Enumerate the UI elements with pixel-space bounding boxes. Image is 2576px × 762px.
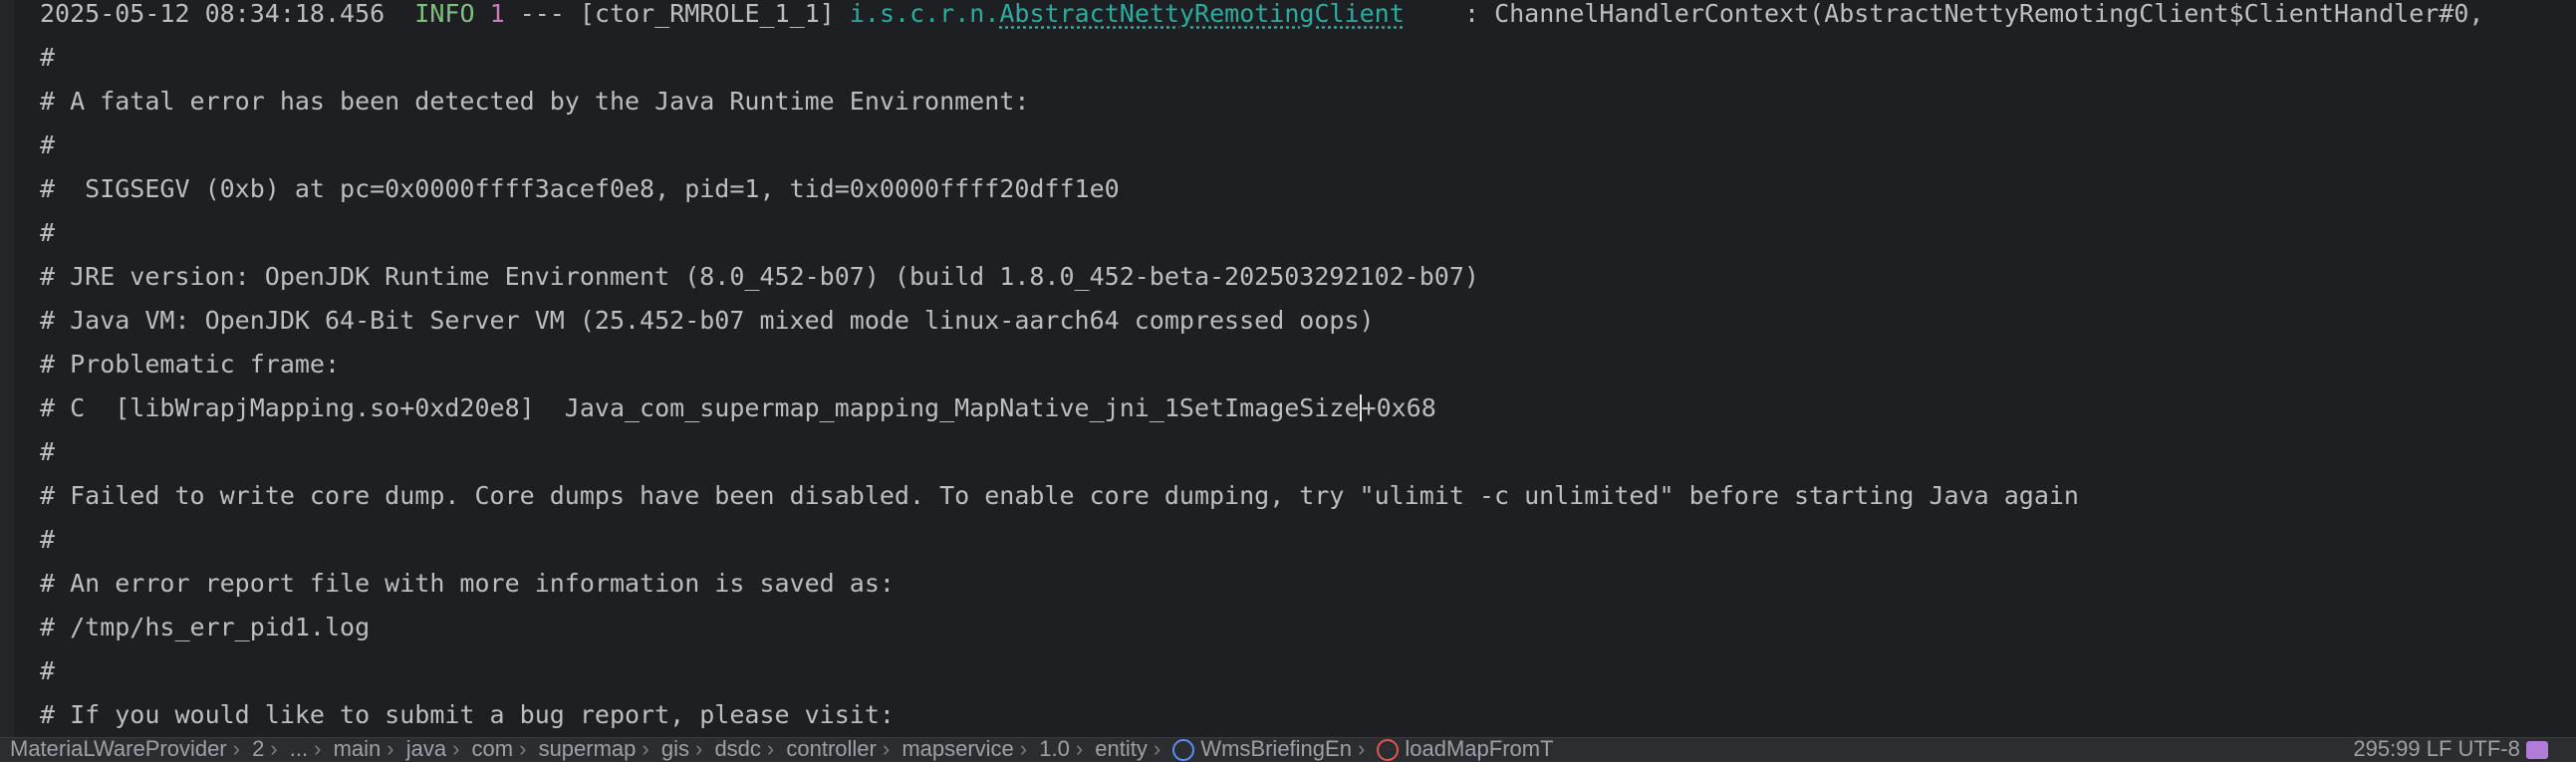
log-message: : ChannelHandlerContext(AbstractNettyRem… xyxy=(1404,0,2484,28)
log-separator: --- xyxy=(519,0,565,28)
log-logger-class-link[interactable]: AbstractNettyRemotingClient xyxy=(999,0,1404,28)
breadcrumb-item[interactable]: mapservice xyxy=(902,738,1013,761)
log-line: # xyxy=(40,438,56,466)
log-line: # Failed to write core dump. Core dumps … xyxy=(40,482,2079,510)
chevron-right-icon: › xyxy=(1075,737,1084,761)
log-line: # /tmp/hs_err_pid1.log xyxy=(40,614,371,641)
chevron-right-icon: › xyxy=(232,737,240,761)
log-lines: 2025-05-12 08:34:18.456 INFO 1 --- [ctor… xyxy=(40,0,2576,737)
breadcrumb-item[interactable]: 2 xyxy=(252,738,264,761)
breadcrumb-item[interactable]: java xyxy=(406,738,446,761)
log-line: # Java VM: OpenJDK 64-Bit Server VM (25.… xyxy=(40,307,1375,335)
status-bar: MateriaLWareProvider › 2 › ... › main › java… xyxy=(0,737,2576,762)
breadcrumb-item[interactable]: ... xyxy=(290,738,308,761)
log-timestamp: 2025-05-12 08:34:18.456 xyxy=(40,0,386,28)
log-line: # xyxy=(40,657,56,685)
chevron-right-icon: › xyxy=(519,737,527,761)
breadcrumb-item[interactable]: main xyxy=(334,738,382,761)
log-logger-package: i.s.c.r.n. xyxy=(849,0,1000,28)
breadcrumb-item[interactable]: entity xyxy=(1095,738,1148,761)
log-line: # xyxy=(40,219,56,247)
chevron-right-icon: › xyxy=(1019,737,1028,761)
chevron-right-icon: › xyxy=(766,737,775,761)
breadcrumb-item[interactable]: gis xyxy=(661,738,689,761)
log-header-line: 2025-05-12 08:34:18.456 INFO 1 --- [ctor… xyxy=(40,0,2576,44)
log-line: # Problematic frame: xyxy=(40,351,341,379)
breadcrumb-item[interactable]: controller xyxy=(786,738,876,761)
chevron-right-icon: › xyxy=(882,737,891,761)
chevron-right-icon: › xyxy=(642,737,649,761)
caret-line-after: +0x68 xyxy=(1361,394,1436,422)
log-line-with-caret: # C [libWrapjMapping.so+0xd20e8] Java_co… xyxy=(40,394,2576,438)
status-right: 295:99 LF UTF-8 xyxy=(2353,738,2566,762)
chevron-right-icon: › xyxy=(694,737,703,761)
breadcrumb-item[interactable]: com xyxy=(472,738,514,761)
chevron-right-icon: › xyxy=(1357,737,1366,761)
breadcrumb-method[interactable]: loadMapFromT xyxy=(1405,738,1553,761)
log-line: # xyxy=(40,131,56,159)
caret-position-encoding[interactable]: 295:99 LF UTF-8 xyxy=(2353,738,2520,761)
class-icon xyxy=(1172,739,1195,762)
breadcrumb-item[interactable]: 1.0 xyxy=(1039,738,1070,761)
log-line: # An error report file with more informa… xyxy=(40,570,895,598)
breadcrumb-item[interactable]: MateriaLWareProvider xyxy=(10,738,227,761)
chevron-right-icon: › xyxy=(314,737,322,761)
log-line: # A fatal error has been detected by the… xyxy=(40,88,1030,116)
log-line: # If you would like to submit a bug repo… xyxy=(40,701,895,729)
chevron-right-icon: › xyxy=(1153,737,1161,761)
caret-line-before: # C [libWrapjMapping.so+0xd20e8] Java_co… xyxy=(40,394,1360,422)
method-icon xyxy=(1377,739,1400,762)
breadcrumb-item[interactable]: supermap xyxy=(539,738,637,761)
plugin-icon[interactable] xyxy=(2526,741,2548,760)
log-line: # xyxy=(40,526,56,554)
log-line: # JRE version: OpenJDK Runtime Environme… xyxy=(40,263,1479,291)
console-output[interactable]: 2025-05-12 08:34:18.456 INFO 1 --- [ctor… xyxy=(0,0,2576,737)
log-level: INFO xyxy=(414,0,475,28)
chevron-right-icon: › xyxy=(386,737,394,761)
chevron-right-icon: › xyxy=(452,737,460,761)
log-pid: 1 xyxy=(489,0,505,28)
log-line: # SIGSEGV (0xb) at pc=0x0000ffff3acef0e8… xyxy=(40,175,1120,203)
chevron-right-icon: › xyxy=(270,737,278,761)
console-gutter xyxy=(0,0,14,737)
breadcrumb: MateriaLWareProvider › 2 › ... › main › java… xyxy=(10,737,1560,762)
breadcrumb-class[interactable]: WmsBriefingEn xyxy=(1200,738,1352,761)
log-thread: [ctor_RMROLE_1_1] xyxy=(579,0,835,28)
breadcrumb-item[interactable]: dsdc xyxy=(714,738,760,761)
log-line: # xyxy=(40,44,56,72)
